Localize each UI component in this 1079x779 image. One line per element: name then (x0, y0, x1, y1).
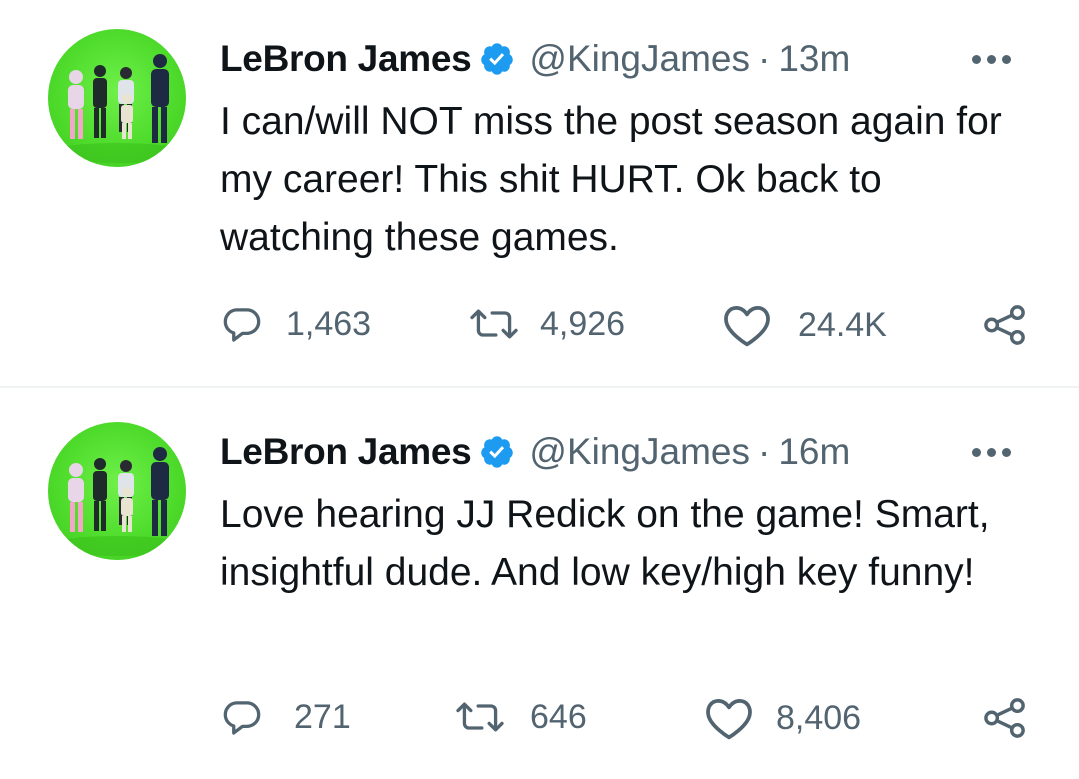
reply-bubble-icon (220, 302, 264, 346)
avatar-photo-icon (48, 54, 186, 163)
more-dots-icon[interactable] (972, 437, 1028, 467)
tweet-text: Love hearing JJ Redick on the game! Smar… (220, 493, 990, 594)
like-button[interactable]: 8,406 (704, 695, 861, 741)
reply-button[interactable]: 271 (220, 695, 351, 739)
tweet-2[interactable]: LeBron James @KingJames · 16m Love heari… (0, 393, 1079, 779)
share-nodes-icon (982, 697, 1028, 739)
avatar-photo-icon (48, 447, 186, 556)
like-count: 24.4K (798, 305, 887, 344)
tweet-1[interactable]: LeBron James @KingJames · 13m I can/will… (0, 0, 1079, 386)
avatar[interactable] (48, 422, 186, 560)
author-name[interactable]: LeBron James (220, 38, 472, 80)
retweet-button[interactable]: 4,926 (466, 302, 625, 346)
tweet-text: I can/will NOT miss the post season agai… (220, 100, 1002, 259)
retweet-arrows-icon (452, 695, 508, 739)
verified-badge-icon (479, 41, 515, 77)
tweet-header: LeBron James @KingJames · 16m (220, 427, 850, 477)
reply-count: 1,463 (286, 304, 372, 343)
verified-badge-icon (479, 434, 515, 470)
retweet-count: 646 (530, 697, 587, 736)
share-button[interactable] (982, 697, 1028, 739)
reply-button[interactable]: 1,463 (220, 302, 371, 346)
like-button[interactable]: 24.4K (722, 302, 887, 348)
separator-dot: · (757, 431, 771, 472)
share-button[interactable] (982, 304, 1028, 346)
tweet-time[interactable]: 16m (778, 431, 850, 473)
avatar[interactable] (48, 29, 186, 167)
tweet-divider (0, 386, 1079, 388)
separator-dot: · (757, 38, 771, 79)
retweet-count: 4,926 (540, 304, 626, 343)
retweet-button[interactable]: 646 (452, 695, 587, 739)
author-handle[interactable]: @KingJames (529, 38, 750, 80)
tweet-header: LeBron James @KingJames · 13m (220, 34, 850, 84)
heart-icon (704, 695, 754, 741)
reply-count: 271 (294, 697, 351, 736)
like-count: 8,406 (776, 698, 862, 737)
author-name[interactable]: LeBron James (220, 431, 472, 473)
author-handle[interactable]: @KingJames (529, 431, 750, 473)
retweet-arrows-icon (466, 302, 522, 346)
reply-bubble-icon (220, 695, 264, 739)
heart-icon (722, 302, 772, 348)
tweet-time[interactable]: 13m (778, 38, 850, 80)
share-nodes-icon (982, 304, 1028, 346)
more-dots-icon[interactable] (972, 44, 1028, 74)
